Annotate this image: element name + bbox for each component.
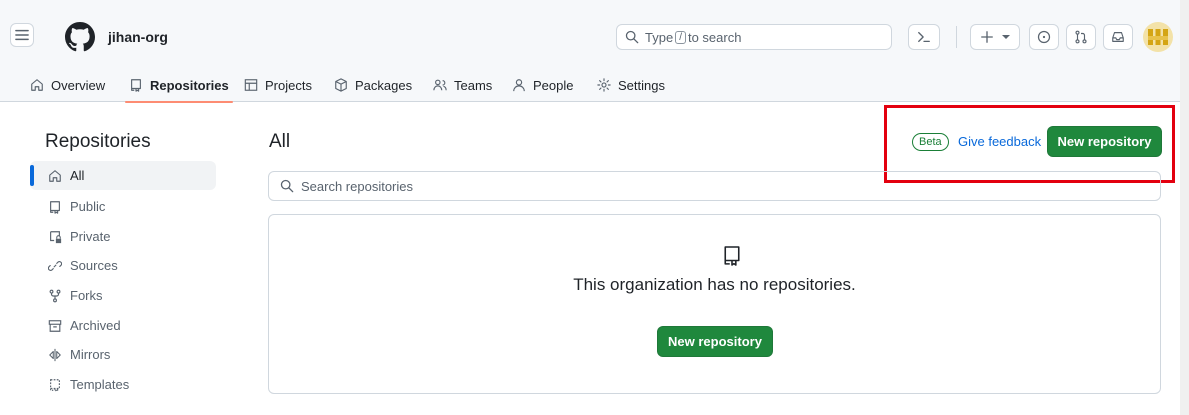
sidebar-item-label: Mirrors (70, 347, 111, 362)
org-header: jihan-org Type / to search Overview Repo… (0, 0, 1189, 103)
caret-down-icon (1002, 35, 1010, 39)
global-search-input[interactable]: Type / to search (616, 24, 892, 50)
tab-settings[interactable]: Settings (597, 68, 665, 102)
search-suffix-text: to search (687, 29, 742, 45)
sidebar-item-sources[interactable]: Sources (30, 251, 216, 280)
tab-teams[interactable]: Teams (433, 68, 492, 102)
sidebar-item-all[interactable]: All (30, 161, 216, 190)
git-pull-request-icon (1075, 30, 1087, 44)
repo-icon (724, 246, 740, 266)
package-icon (335, 78, 347, 92)
menu-icon (15, 29, 29, 41)
sidebar-item-private[interactable]: Private (30, 222, 216, 251)
inbox-icon (1112, 32, 1124, 42)
people-icon (433, 79, 447, 91)
inbox-button[interactable] (1103, 24, 1133, 50)
sidebar-item-label: Templates (70, 377, 130, 392)
tab-label: Repositories (150, 77, 229, 93)
github-logo-icon[interactable] (65, 22, 95, 52)
tab-overview[interactable]: Overview (30, 68, 105, 102)
page-title: All (269, 131, 291, 152)
sidebar-item-label: Archived (70, 318, 121, 333)
tab-label: People (533, 77, 574, 93)
empty-state-new-repository-button[interactable]: New repository (657, 326, 773, 357)
sidebar-title: Repositories (45, 131, 151, 152)
issue-opened-icon (1037, 30, 1051, 44)
archive-icon (48, 319, 62, 332)
search-repositories-input[interactable]: Search repositories (268, 171, 1161, 201)
header-divider (956, 26, 957, 48)
pull-requests-button[interactable] (1066, 24, 1096, 50)
sidebar-item-label: Sources (70, 258, 118, 273)
tab-label: Packages (355, 77, 413, 93)
repo-icon (50, 200, 60, 214)
sidebar-item-mirrors[interactable]: Mirrors (30, 340, 216, 369)
repo-icon (131, 79, 141, 92)
search-icon (625, 30, 639, 44)
link-icon (48, 260, 62, 271)
sidebar-item-label: Forks (70, 288, 103, 303)
avatar-image (1148, 29, 1168, 45)
sidebar-item-label: All (70, 168, 85, 183)
home-icon (49, 169, 61, 182)
sidebar-item-archived[interactable]: Archived (30, 311, 216, 340)
search-prefix-text: Type (645, 29, 674, 45)
tab-label: Projects (265, 77, 312, 93)
search-placeholder: Search repositories (301, 178, 413, 194)
tab-projects[interactable]: Projects (244, 68, 312, 102)
tab-repositories[interactable]: Repositories (125, 68, 233, 103)
sidebar-item-label: Private (70, 229, 111, 244)
tab-people[interactable]: People (512, 68, 573, 102)
home-icon (31, 79, 43, 91)
gear-icon (597, 78, 611, 92)
page-scrollbar[interactable] (1180, 0, 1189, 415)
command-palette-button[interactable] (908, 24, 940, 50)
repo-template-icon (50, 378, 60, 392)
tab-packages[interactable]: Packages (334, 68, 412, 102)
repo-locked-icon (50, 230, 62, 243)
avatar[interactable] (1143, 22, 1173, 52)
person-icon (513, 79, 525, 92)
issues-button[interactable] (1029, 24, 1059, 50)
search-shortcut-key: / (675, 30, 686, 44)
org-tab-nav: Overview Repositories Projects Packages … (0, 68, 1189, 103)
menu-button[interactable] (10, 23, 34, 47)
table-icon (244, 79, 258, 91)
plus-icon (981, 31, 993, 43)
empty-state: This organization has no repositories. N… (268, 214, 1161, 394)
mirror-icon (49, 348, 61, 361)
tab-label: Overview (51, 77, 106, 93)
repo-forked-icon (49, 289, 61, 302)
org-name[interactable]: jihan-org (108, 29, 168, 45)
sidebar-item-public[interactable]: Public (30, 192, 216, 221)
create-new-button[interactable] (970, 24, 1020, 50)
sidebar-item-forks[interactable]: Forks (30, 281, 216, 310)
command-palette-icon (918, 31, 930, 43)
sidebar-item-label: Public (70, 199, 106, 214)
search-icon (280, 179, 294, 193)
tab-label: Settings (618, 77, 665, 93)
tab-label: Teams (454, 77, 493, 93)
sidebar-item-templates[interactable]: Templates (30, 370, 216, 399)
empty-state-message: This organization has no repositories. (573, 275, 856, 294)
